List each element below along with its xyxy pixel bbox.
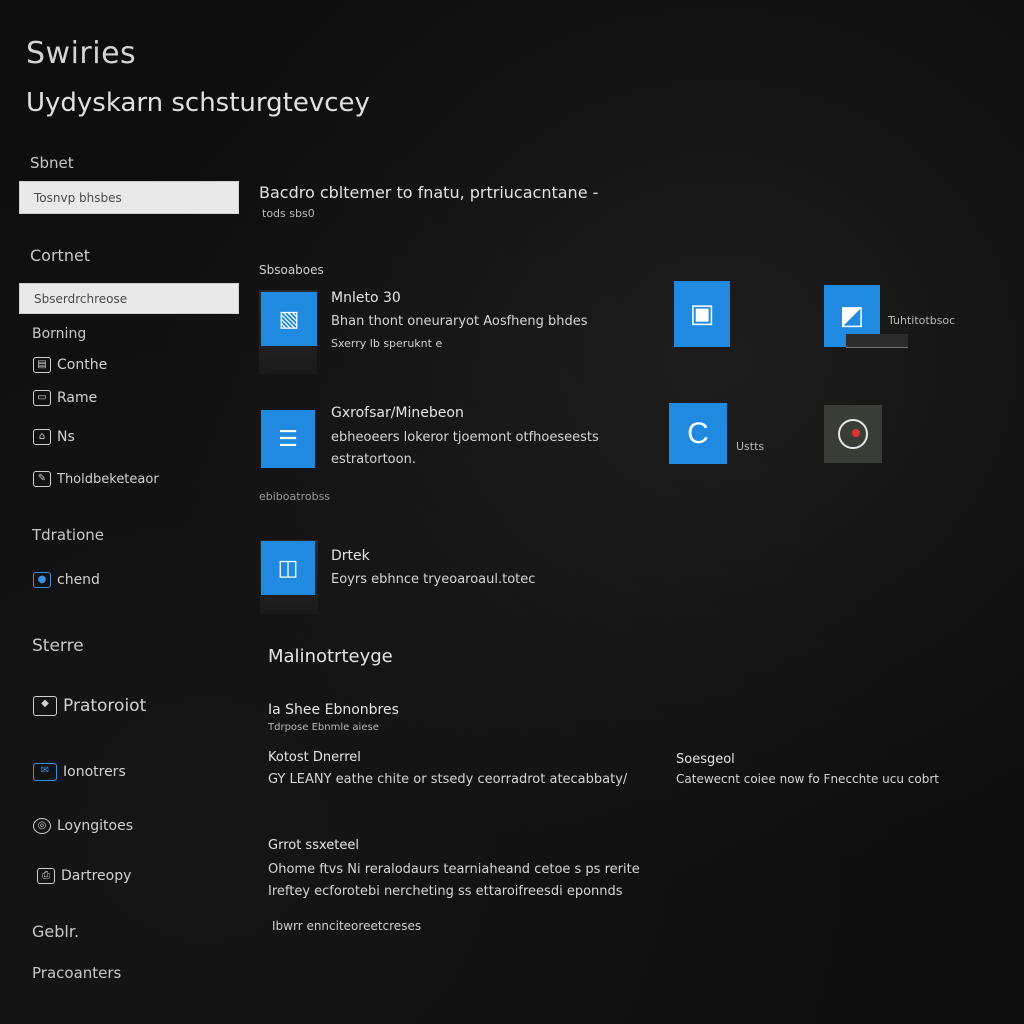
section-footer-apps: ebiboatrobss bbox=[259, 490, 331, 503]
sidebar-item-home[interactable]: ⌂ Ns bbox=[33, 429, 75, 445]
sidebar-item-label: Rame bbox=[57, 390, 98, 406]
section3-line-1: Ohome ftvs Ni reralodaurs tearniaheand c… bbox=[268, 862, 640, 877]
section-title-maintenance: Malinotrteyge bbox=[268, 646, 393, 667]
section-label-apps: Sbsoaboes bbox=[259, 263, 324, 277]
side-tile-label-c: Ustts bbox=[736, 440, 765, 453]
gauge-needle bbox=[852, 429, 860, 437]
app-desc-1: Bhan thont oneuraryot Aosfheng bhdes bbox=[331, 314, 588, 329]
sidebar-item-gallery[interactable]: ◆ Pratoroiot bbox=[33, 696, 146, 716]
section2-subtitle-small: Tdrpose Ebnmle aiese bbox=[268, 722, 379, 733]
main-header-subtitle: tods sbs0 bbox=[262, 207, 315, 220]
c-app-glyph: C bbox=[687, 416, 709, 450]
sidebar-item-language[interactable]: ◎ Loyngitoes bbox=[33, 818, 133, 834]
side-tile-label-display: Tuhtitotbsoc bbox=[888, 314, 956, 327]
sidebar-item-content[interactable]: ▤ Conthe bbox=[33, 357, 107, 373]
app-title-2: Gxrofsar/Minebeon bbox=[331, 405, 464, 421]
group-label-general: Geblr. bbox=[32, 922, 80, 941]
app-desc-3: Eoyrs ebhnce tryeoaroaul.totec bbox=[331, 572, 536, 587]
sidebar-item-account[interactable]: ● chend bbox=[33, 572, 100, 588]
sidebar-item-label: chend bbox=[57, 572, 100, 588]
word-app-icon[interactable]: ▧ bbox=[261, 292, 317, 346]
group-label-content: Cortnet bbox=[30, 246, 91, 265]
sidebar-item-label: Ionotrers bbox=[63, 764, 126, 780]
group-label-store: Sterre bbox=[32, 636, 84, 656]
sidebar-item-label: Ns bbox=[57, 429, 75, 445]
col2-title: Soesgeol bbox=[676, 752, 735, 767]
section2-subtitle: Ia Shee Ebnonbres bbox=[268, 702, 399, 718]
home-icon: ⌂ bbox=[33, 429, 51, 445]
display-stand bbox=[846, 334, 908, 348]
sidebar-item-printer[interactable]: ⎙ Dartreopy bbox=[37, 868, 131, 884]
col1-title: Kotost Dnerrel bbox=[268, 750, 361, 765]
app-title: Swiries bbox=[26, 36, 137, 71]
gallery-icon: ◆ bbox=[33, 696, 57, 716]
search-input-value: Tosnvp bhsbes bbox=[34, 190, 122, 205]
app-desc-2: ebheoeers lokeror tjoemont otfhoeseests bbox=[331, 430, 599, 445]
group-label-notifications: Tdratione bbox=[32, 526, 105, 544]
printer-icon: ⎙ bbox=[37, 868, 55, 884]
main-header-title: Bacdro cbltemer to fnatu, prtriucacntane… bbox=[259, 183, 599, 202]
sidebar-item-label: Tholdbeketeaor bbox=[57, 471, 159, 487]
folder-icon: ▭ bbox=[33, 390, 51, 406]
search-input[interactable]: Tosnvp bhsbes bbox=[19, 181, 239, 214]
search-label: Sbnet bbox=[30, 154, 74, 172]
sidebar-item-mail[interactable]: ✉ Ionotrers bbox=[33, 763, 126, 781]
app-title-3: Drtek bbox=[331, 548, 370, 564]
sidebar-item-frame[interactable]: ▭ Rame bbox=[33, 390, 97, 406]
gauge-dial bbox=[838, 419, 868, 449]
notes-app-icon[interactable]: ☰ bbox=[261, 410, 315, 468]
settings-window: Swiries Uydyskarn schsturgtevcey Sbnet T… bbox=[0, 0, 1024, 1024]
sidebar-item-label: Loyngitoes bbox=[57, 818, 134, 834]
sidebar-item-label: Pratoroiot bbox=[63, 696, 147, 716]
document-icon: ▤ bbox=[33, 357, 51, 373]
app-sub-1: Sxerry lb speruknt e bbox=[331, 337, 443, 350]
app-title-1: Mnleto 30 bbox=[331, 290, 401, 306]
sidebar-item-label: Dartreopy bbox=[61, 868, 132, 884]
sidebar-item-tools[interactable]: ✎ Tholdbeketeaor bbox=[33, 471, 159, 487]
section3-line-2: Ireftey ecforotebi nercheting ss ettaroi… bbox=[268, 884, 623, 899]
group-label-parameters: Pracoanters bbox=[32, 964, 122, 982]
page-heading: Uydyskarn schsturgtevcey bbox=[26, 88, 370, 118]
c-app-icon[interactable]: C bbox=[669, 403, 727, 464]
tools-icon: ✎ bbox=[33, 471, 51, 487]
gauge-icon[interactable] bbox=[824, 405, 882, 463]
notepad-icon[interactable]: ▣ bbox=[674, 281, 730, 347]
col2-text: Catewecnt coiee now fo Fnecchte ucu cobr… bbox=[676, 772, 939, 786]
mail-icon: ✉ bbox=[33, 763, 57, 781]
col1-text: GY LEANY eathe chite or stsedy ceorradro… bbox=[268, 772, 628, 787]
section3-title: Grrot ssxeteel bbox=[268, 838, 359, 853]
account-icon: ● bbox=[33, 572, 51, 588]
group-label-browsing: Borning bbox=[32, 326, 87, 342]
filter-input[interactable]: Sbserdrchreose bbox=[19, 283, 239, 314]
sidebar-item-label: Conthe bbox=[57, 357, 108, 373]
office-app-icon[interactable]: ◫ bbox=[261, 541, 315, 595]
filter-input-value: Sbserdrchreose bbox=[34, 291, 128, 306]
section3-link[interactable]: Ibwrr ennciteoreetcreses bbox=[272, 919, 421, 933]
app-sub-2: estratortoon. bbox=[331, 452, 416, 467]
globe-icon: ◎ bbox=[33, 818, 51, 834]
